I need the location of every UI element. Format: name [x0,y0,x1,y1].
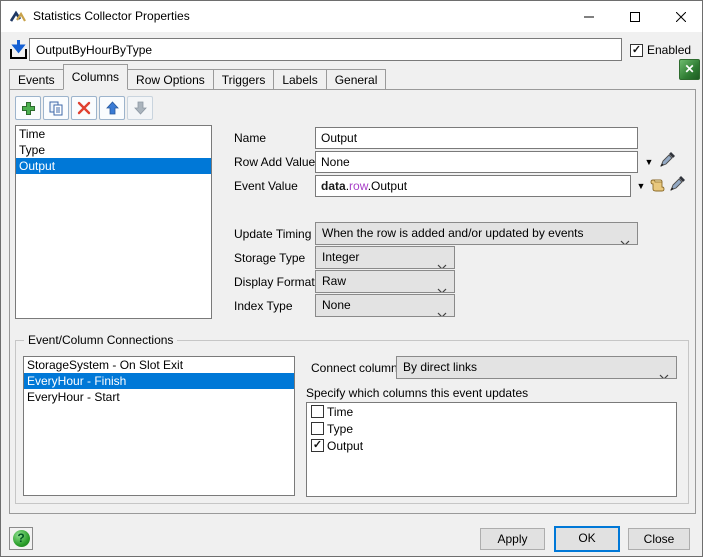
column-item-time[interactable]: Time [16,126,211,142]
output-checkbox[interactable]: ✓ [311,439,324,452]
group-title: Event/Column Connections [24,333,178,347]
row-add-value-label: Row Add Value [234,155,316,169]
index-type-value: None [322,298,351,312]
maximize-button[interactable] [612,1,658,32]
specify-columns-label: Specify which columns this event updates [306,386,529,400]
ok-button[interactable]: OK [554,526,620,552]
event-item-everyhour-finish[interactable]: EveryHour - Finish [24,373,294,389]
plus-icon [21,101,35,115]
copy-column-button[interactable] [43,96,69,120]
move-down-button[interactable] [127,96,153,120]
column-name-input[interactable] [315,127,638,149]
column-item-output[interactable]: Output [16,158,211,174]
enabled-checkbox[interactable]: ✓ [630,43,643,57]
tab-events[interactable]: Events [9,69,64,90]
tab-labels[interactable]: Labels [273,69,327,90]
checklist-item-type[interactable]: Type [307,420,676,437]
title-bar: Statistics Collector Properties [1,1,702,32]
event-value-rest: .Output [367,179,408,193]
tab-columns[interactable]: Columns [62,64,129,90]
columns-listbox: Time Type Output [15,125,212,319]
storage-type-label: Storage Type [234,251,306,265]
statistics-collector-properties-dialog: Statistics Collector Properties ✓ Enable… [0,0,703,557]
apply-button[interactable]: Apply [480,528,545,550]
chevron-down-icon [437,304,447,316]
connect-columns-label: Connect columns [311,361,404,375]
flexsim-logo-icon [9,9,26,25]
event-value-label: Event Value [234,179,298,193]
row-add-sampler-icon[interactable] [659,151,676,168]
index-type-select[interactable]: None [315,294,455,317]
enabled-label: Enabled [647,43,692,57]
help-icon: ? [12,530,30,547]
tab-triggers[interactable]: Triggers [212,69,275,90]
chevron-down-icon [437,280,447,292]
copy-icon [49,101,62,115]
storage-type-value: Integer [322,250,360,264]
output-checkbox-label: Output [327,438,364,453]
chevron-down-icon [620,232,630,244]
event-value-sampler-icon[interactable] [669,175,686,192]
event-item-storagesystem[interactable]: StorageSystem - On Slot Exit [24,357,294,373]
display-format-value: Raw [322,274,347,288]
chevron-down-icon [659,366,669,378]
close-button-footer[interactable]: Close [628,528,690,550]
minimize-button[interactable] [566,1,612,32]
update-timing-select[interactable]: When the row is added and/or updated by … [315,222,638,245]
arrow-down-icon [133,101,147,115]
storage-type-select[interactable]: Integer [315,246,455,269]
event-value-dropdown-arrow[interactable]: ▼ [634,178,648,194]
time-checkbox[interactable] [311,405,324,418]
name-label: Name [234,131,267,145]
connect-columns-select[interactable]: By direct links [396,356,677,379]
collector-icon [9,39,28,60]
close-button[interactable] [658,1,702,32]
column-item-type[interactable]: Type [16,142,211,158]
type-checkbox[interactable] [311,422,324,435]
connect-columns-value: By direct links [403,360,478,374]
update-timing-value: When the row is added and/or updated by … [322,226,584,240]
updated-columns-checklist: Time Type ✓ Output [306,402,677,497]
row-add-value-input[interactable] [315,151,638,173]
help-button[interactable]: ? [9,527,33,550]
event-connections-listbox: StorageSystem - On Slot Exit EveryHour -… [23,356,295,496]
delete-column-button[interactable] [71,96,97,120]
window-title: Statistics Collector Properties [33,9,190,23]
type-checkbox-label: Type [327,421,354,436]
arrow-up-icon [105,101,119,115]
add-column-button[interactable] [15,96,41,120]
event-item-everyhour-start[interactable]: EveryHour - Start [24,389,294,405]
tab-general[interactable]: General [325,69,387,90]
event-value-input[interactable]: data.row.Output [315,175,631,197]
object-name-input[interactable] [29,38,622,61]
checklist-item-output[interactable]: ✓ Output [307,437,676,454]
tab-strip: Events Columns Row Options Triggers Labe… [9,64,387,90]
display-format-label: Display Format [234,275,315,289]
display-format-select[interactable]: Raw [315,270,455,293]
export-excel-button[interactable]: ✕ [679,59,700,80]
event-value-keyword: data [321,179,346,193]
row-add-value-dropdown-arrow[interactable]: ▼ [642,154,656,170]
move-up-button[interactable] [99,96,125,120]
chevron-down-icon [437,256,447,268]
event-value-code-icon[interactable] [649,176,666,193]
update-timing-label: Update Timing [234,227,312,241]
event-value-property: row [349,179,368,193]
time-checkbox-label: Time [327,404,354,419]
delete-x-icon [77,101,91,115]
checklist-item-time[interactable]: Time [307,403,676,420]
tab-row-options[interactable]: Row Options [127,69,214,90]
index-type-label: Index Type [234,299,293,313]
